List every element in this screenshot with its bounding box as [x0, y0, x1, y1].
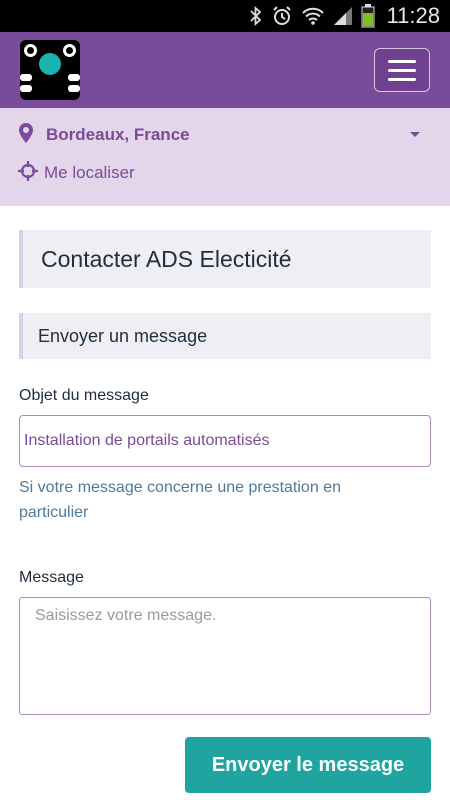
- send-message-button[interactable]: Envoyer le message: [185, 737, 431, 793]
- status-bar: 11:28: [0, 0, 450, 32]
- alarm-icon: [271, 4, 293, 28]
- subject-value: Installation de portails automatisés: [24, 432, 270, 449]
- hamburger-menu-button[interactable]: [374, 48, 430, 92]
- section-title-box: Envoyer un message: [19, 313, 431, 359]
- city-label: Bordeaux, France: [46, 125, 190, 144]
- locate-me-label: Me localiser: [44, 163, 135, 182]
- subject-hint-link[interactable]: Si votre message concerne une prestation…: [19, 475, 399, 525]
- locate-me-link[interactable]: Me localiser: [18, 160, 432, 186]
- ads-logo[interactable]: [20, 40, 80, 100]
- map-pin-icon: [18, 122, 34, 148]
- page-title-box: Contacter ADS Electicité: [19, 230, 431, 288]
- battery-icon: [361, 4, 375, 28]
- page-title: Contacter ADS Electicité: [41, 245, 292, 272]
- section-title: Envoyer un message: [38, 325, 208, 346]
- message-label: Message: [19, 569, 84, 586]
- clock: 11:28: [386, 3, 440, 28]
- location-bar: Bordeaux, France Me localiser: [0, 108, 450, 206]
- wifi-icon: [301, 4, 325, 28]
- subject-field[interactable]: Installation de portails automatisés: [19, 415, 431, 467]
- contact-form: Contacter ADS Electicité Envoyer un mess…: [0, 206, 450, 800]
- hamburger-icon: [388, 59, 416, 63]
- bluetooth-icon: [249, 4, 263, 28]
- chevron-down-icon: [410, 132, 420, 137]
- app-header: [0, 32, 450, 108]
- crosshair-icon: [18, 161, 38, 185]
- city-selector[interactable]: Bordeaux, France: [18, 120, 432, 150]
- message-textarea[interactable]: [19, 597, 431, 715]
- signal-icon: [333, 4, 353, 28]
- subject-label: Objet du message: [19, 387, 149, 404]
